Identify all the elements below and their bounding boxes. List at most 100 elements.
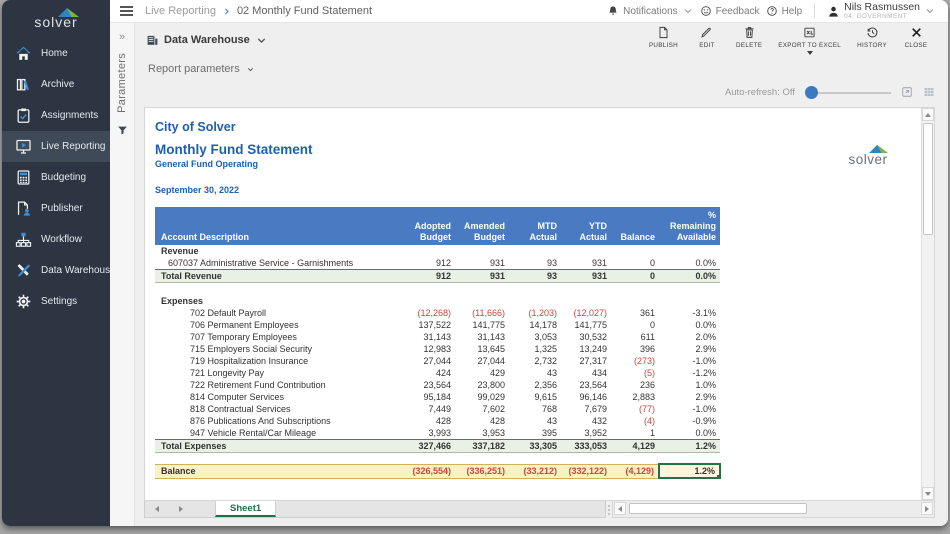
value-cell[interactable]: 43 bbox=[509, 415, 561, 427]
value-cell[interactable] bbox=[455, 245, 509, 257]
value-cell[interactable]: 0 bbox=[611, 270, 659, 283]
value-cell[interactable]: -1.0% bbox=[659, 355, 720, 367]
value-cell[interactable]: 2,883 bbox=[611, 391, 659, 403]
row-label-cell[interactable]: Revenue bbox=[155, 245, 395, 257]
row-label-cell[interactable]: 607037 Administrative Service - Garnishm… bbox=[155, 257, 395, 270]
value-cell[interactable] bbox=[611, 295, 659, 307]
value-cell[interactable]: 9,615 bbox=[509, 391, 561, 403]
publish-button[interactable]: PUBLISH bbox=[643, 24, 684, 51]
value-cell[interactable]: (336,251) bbox=[455, 464, 509, 478]
sidebar-item-workflow[interactable]: Workflow bbox=[2, 224, 110, 255]
notifications-button[interactable]: Notifications bbox=[607, 5, 693, 17]
row-label-cell[interactable]: 715 Employers Social Security bbox=[155, 343, 395, 355]
value-cell[interactable]: 931 bbox=[561, 257, 611, 270]
value-cell[interactable]: 931 bbox=[455, 270, 509, 283]
value-cell[interactable]: (4,129) bbox=[611, 464, 659, 478]
value-cell[interactable]: 931 bbox=[561, 270, 611, 283]
value-cell[interactable]: 327,466 bbox=[395, 439, 455, 452]
filter-icon[interactable] bbox=[117, 125, 128, 136]
scroll-up-button[interactable] bbox=[922, 108, 934, 121]
vertical-scrollbar[interactable] bbox=[921, 108, 934, 500]
scroll-left-button[interactable] bbox=[614, 502, 626, 515]
help-button[interactable]: Help bbox=[766, 5, 803, 17]
row-label-cell[interactable]: 706 Permanent Employees bbox=[155, 319, 395, 331]
value-cell[interactable]: 428 bbox=[395, 415, 455, 427]
value-cell[interactable]: 93 bbox=[509, 257, 561, 270]
value-cell[interactable]: 23,800 bbox=[455, 379, 509, 391]
value-cell[interactable]: (77) bbox=[611, 403, 659, 415]
value-cell[interactable]: (11,666) bbox=[455, 307, 509, 319]
value-cell[interactable]: 31,143 bbox=[395, 331, 455, 343]
row-label-cell[interactable]: 702 Default Payroll bbox=[155, 307, 395, 319]
value-cell[interactable]: -0.9% bbox=[659, 415, 720, 427]
value-cell[interactable]: 2.9% bbox=[659, 391, 720, 403]
value-cell[interactable]: 13,645 bbox=[455, 343, 509, 355]
value-cell[interactable]: 428 bbox=[455, 415, 509, 427]
value-cell[interactable]: 99,029 bbox=[455, 391, 509, 403]
value-cell[interactable]: 2.0% bbox=[659, 331, 720, 343]
value-cell[interactable]: 3,953 bbox=[455, 427, 509, 440]
row-label-cell[interactable]: Balance bbox=[155, 464, 395, 478]
report-parameters-toggle[interactable]: Report parameters bbox=[144, 57, 935, 81]
value-cell[interactable] bbox=[509, 295, 561, 307]
row-label-cell[interactable]: 721 Longevity Pay bbox=[155, 367, 395, 379]
value-cell[interactable]: 3,053 bbox=[509, 331, 561, 343]
value-cell[interactable]: 4,129 bbox=[611, 439, 659, 452]
solver-logo[interactable]: solver bbox=[2, 0, 110, 32]
delete-button[interactable]: DELETE bbox=[730, 24, 768, 51]
value-cell[interactable]: 30,532 bbox=[561, 331, 611, 343]
value-cell[interactable]: 7,679 bbox=[561, 403, 611, 415]
value-cell[interactable]: (326,554) bbox=[395, 464, 455, 478]
tabs-scroll-left-button[interactable] bbox=[145, 501, 169, 517]
value-cell[interactable]: 912 bbox=[395, 270, 455, 283]
sidebar-item-publisher[interactable]: Publisher bbox=[2, 193, 110, 224]
value-cell[interactable]: -1.0% bbox=[659, 403, 720, 415]
value-cell[interactable]: 2.9% bbox=[659, 343, 720, 355]
value-cell[interactable]: 434 bbox=[561, 367, 611, 379]
sidebar-item-archive[interactable]: Archive bbox=[2, 69, 110, 100]
value-cell[interactable]: 1.0% bbox=[659, 379, 720, 391]
horizontal-scroll-thumb[interactable] bbox=[629, 503, 807, 514]
history-button[interactable]: HISTORY bbox=[851, 24, 893, 51]
value-cell[interactable]: 137,522 bbox=[395, 319, 455, 331]
vertical-scroll-thumb[interactable] bbox=[923, 123, 933, 235]
breadcrumb-live-reporting[interactable]: Live Reporting bbox=[145, 5, 216, 17]
row-label-cell[interactable]: 947 Vehicle Rental/Car Mileage bbox=[155, 427, 395, 440]
value-cell[interactable]: 611 bbox=[611, 331, 659, 343]
value-cell[interactable]: 27,317 bbox=[561, 355, 611, 367]
sidebar-item-data-warehouse[interactable]: Data Warehouse bbox=[2, 255, 110, 286]
row-label-cell[interactable]: 722 Retirement Fund Contribution bbox=[155, 379, 395, 391]
value-cell[interactable] bbox=[611, 245, 659, 257]
sheet-tab[interactable]: Sheet1 bbox=[215, 501, 276, 517]
value-cell[interactable]: 931 bbox=[455, 257, 509, 270]
value-cell[interactable]: 7,602 bbox=[455, 403, 509, 415]
value-cell[interactable]: -3.1% bbox=[659, 307, 720, 319]
value-cell[interactable]: 3,952 bbox=[561, 427, 611, 440]
value-cell[interactable]: 337,182 bbox=[455, 439, 509, 452]
value-cell[interactable]: (332,122) bbox=[561, 464, 611, 478]
user-menu[interactable]: Nils Rasmussen 04. Government bbox=[827, 2, 936, 21]
popout-icon[interactable] bbox=[901, 86, 913, 98]
value-cell[interactable]: 432 bbox=[561, 415, 611, 427]
value-cell[interactable]: 14,178 bbox=[509, 319, 561, 331]
value-cell[interactable]: 2,356 bbox=[509, 379, 561, 391]
horizontal-scrollbar[interactable] bbox=[612, 501, 935, 518]
grid-view-icon[interactable] bbox=[923, 86, 935, 98]
value-cell[interactable]: 0.0% bbox=[659, 270, 720, 283]
value-cell[interactable]: 1.2% bbox=[659, 464, 720, 478]
edit-button[interactable]: EDIT bbox=[688, 24, 726, 51]
value-cell[interactable]: 95,184 bbox=[395, 391, 455, 403]
expand-parameters-icon[interactable]: » bbox=[119, 31, 125, 43]
row-label-cell[interactable]: 876 Publications And Subscriptions bbox=[155, 415, 395, 427]
value-cell[interactable]: 1.2% bbox=[659, 439, 720, 452]
auto-refresh-slider[interactable] bbox=[805, 86, 891, 99]
value-cell[interactable]: 333,053 bbox=[561, 439, 611, 452]
value-cell[interactable] bbox=[561, 245, 611, 257]
value-cell[interactable]: 141,775 bbox=[455, 319, 509, 331]
value-cell[interactable]: 12,983 bbox=[395, 343, 455, 355]
value-cell[interactable] bbox=[395, 295, 455, 307]
value-cell[interactable]: 0.0% bbox=[659, 319, 720, 331]
value-cell[interactable]: 13,249 bbox=[561, 343, 611, 355]
value-cell[interactable]: 33,305 bbox=[509, 439, 561, 452]
value-cell[interactable]: 93 bbox=[509, 270, 561, 283]
